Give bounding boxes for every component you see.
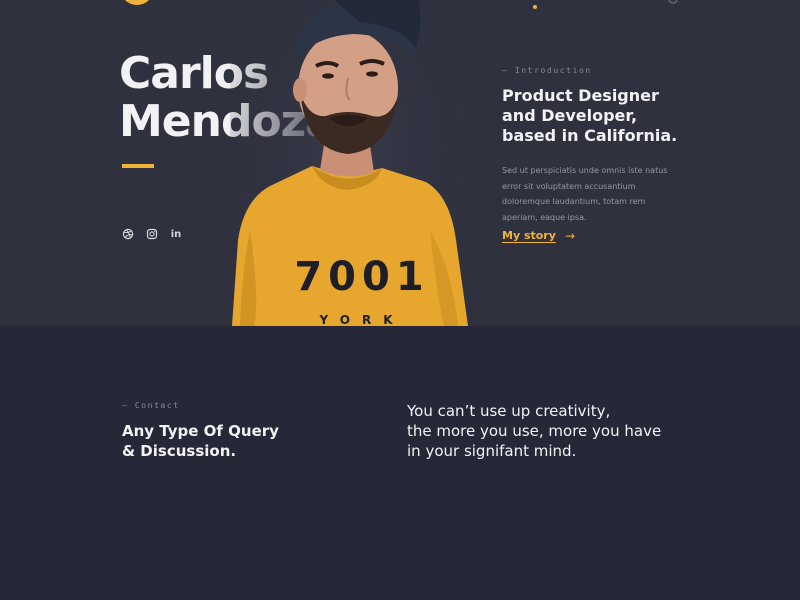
shirt-print-sub: YORK xyxy=(318,313,404,326)
contact-section xyxy=(0,326,800,600)
my-story-link[interactable]: My story xyxy=(502,229,556,242)
logo-icon[interactable] xyxy=(120,0,154,10)
quote-line3: in your signifant mind. xyxy=(407,442,577,460)
intro-body: Sed ut perspiciatis unde omnis iste natu… xyxy=(502,166,668,222)
quote-line2: the more you use, more you have xyxy=(407,422,662,440)
accent-bar xyxy=(122,164,154,168)
dribbble-icon[interactable] xyxy=(122,228,134,240)
menu-icon[interactable] xyxy=(668,0,678,4)
shirt-print: 7001 xyxy=(294,254,429,300)
intro-label: — Introduction xyxy=(502,66,592,75)
contact-label: — Contact xyxy=(122,401,180,410)
nav-dot-icon[interactable] xyxy=(533,5,537,9)
arrow-right-icon[interactable]: → xyxy=(565,229,575,243)
quote-line1: You can’t use up creativity, xyxy=(407,402,611,420)
creativity-quote: You can’t use up creativity, the more yo… xyxy=(407,401,707,461)
hero-section: Carlos Mendoza. in xyxy=(0,0,800,326)
intro-title: Product Designer and Developer, based in… xyxy=(502,86,678,145)
contact-title: Any Type Of Query & Discussion. xyxy=(122,421,322,461)
linkedin-icon[interactable]: in xyxy=(170,228,182,240)
social-links: in xyxy=(122,228,182,240)
contact-title-line1: Any Type Of Query xyxy=(122,422,279,440)
contact-title-line2: & Discussion. xyxy=(122,442,237,460)
instagram-icon[interactable] xyxy=(146,228,158,240)
portrait-image: 7001 YORK xyxy=(230,0,470,326)
